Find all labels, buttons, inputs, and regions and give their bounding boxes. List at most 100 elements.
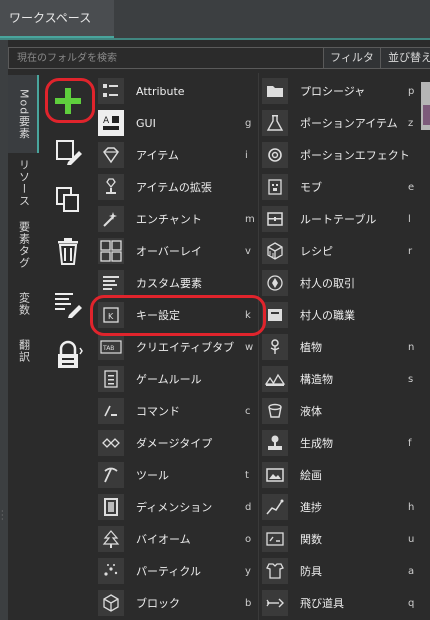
element-particle[interactable]: パーティクル y [98,555,258,587]
element-overlay[interactable]: オーバーレイ v [98,235,258,267]
attribute-icon [98,78,124,104]
mob-icon [262,174,288,200]
element-plant[interactable]: 植物 n [262,331,422,363]
lock-button[interactable] [51,338,85,372]
portal-icon [98,494,124,520]
folder-icon [262,78,288,104]
emerald-icon [262,270,288,296]
particle-icon [98,558,124,584]
delete-button[interactable] [51,234,85,268]
element-potion-effect[interactable]: ポーションエフェクト [262,139,422,171]
new-element-button[interactable] [51,134,85,168]
new-file-icon [56,140,82,165]
element-item-extension[interactable]: アイテムの拡張 [98,171,258,203]
command-icon [98,398,124,424]
game-rule-icon [98,366,124,392]
drag-handle-icon[interactable]: · · · [1,508,7,524]
element-projectile[interactable]: 飛び道具 q [262,587,422,619]
duplicate-icon [56,187,79,212]
column-divider [258,73,259,620]
accent-line [0,38,430,40]
list-edit-icon [55,293,82,318]
tab-translation[interactable]: 翻訳 [8,329,39,373]
element-recipe[interactable]: レシピ r [262,235,422,267]
duplicate-button[interactable] [51,182,85,216]
element-key-settings[interactable]: K キー設定 k [98,299,258,331]
element-command[interactable]: コマンド c [98,395,258,427]
element-biome[interactable]: バイオーム o [98,523,258,555]
sidebar-tabs: Mod要素 リソース 要素タグ 変数 翻訳 [8,73,39,620]
svg-text:TAB: TAB [102,345,114,352]
enchant-icon [98,206,124,232]
profession-icon [262,302,288,328]
painting-icon [262,462,288,488]
element-fluid[interactable]: 液体 [262,395,422,427]
svg-text:A: A [103,116,110,126]
element-advancement[interactable]: 進捗 h [262,491,422,523]
chest-icon [262,206,288,232]
element-custom[interactable]: カスタム要素 [98,267,258,299]
element-item[interactable]: アイテム i [98,139,258,171]
function-icon [262,526,288,552]
element-tool[interactable]: ツール t [98,459,258,491]
damage-type-icon [98,430,124,456]
element-enchantment[interactable]: エンチャント m [98,203,258,235]
search-input[interactable] [8,47,324,69]
element-painting[interactable]: 絵画 [262,459,422,491]
trash-icon [58,238,78,265]
element-potion-item[interactable]: ポーションアイテム z [262,107,422,139]
element-block[interactable]: ブロック b [98,587,258,619]
arrow-icon [262,590,288,616]
element-game-rule[interactable]: ゲームルール [98,363,258,395]
tab-mod-elements[interactable]: Mod要素 [8,75,39,153]
element-damage-type[interactable]: ダメージタイプ [98,427,258,459]
tab-element-tags[interactable]: 要素タグ [8,211,39,279]
structure-icon [262,366,288,392]
element-dimension[interactable]: ディメンション d [98,491,258,523]
crafting-table-icon [262,238,288,264]
cube-icon [98,590,124,616]
tab-icon: TAB [98,334,124,360]
element-villager-profession[interactable]: 村人の職業 [262,299,422,331]
tab-resources[interactable]: リソース [8,155,39,211]
progress-graph-icon [262,494,288,520]
element-structure[interactable]: 構造物 s [262,363,422,395]
search-row: フィルタ 並び替え [8,47,430,69]
element-procedure[interactable]: プロシージャ p [262,75,422,107]
bulk-edit-button[interactable] [51,286,85,320]
action-column [39,73,96,620]
bucket-icon [262,398,288,424]
element-function[interactable]: 関数 u [262,523,422,555]
lock-icon [58,340,83,368]
element-creative-tab[interactable]: TAB クリエイティブタブ w [98,331,258,363]
sort-button[interactable]: 並び替え [381,47,430,69]
diamond-icon [98,142,124,168]
flask-icon [262,110,288,136]
workspace-tab[interactable]: ワークスペース [0,0,114,38]
element-gui[interactable]: A GUI g [98,107,258,139]
chestplate-icon [262,558,288,584]
pickaxe-icon [98,462,124,488]
background-image-edge [423,105,430,125]
flower-icon [262,334,288,360]
element-villager-trade[interactable]: 村人の取引 [262,267,422,299]
key-icon: K [98,302,124,328]
tab-variables[interactable]: 変数 [8,279,39,329]
element-attribute[interactable]: Attribute [98,75,258,107]
filter-button[interactable]: フィルタ [324,47,381,69]
svg-text:K: K [108,312,114,321]
gui-icon: A [98,110,124,136]
overlay-icon [98,238,124,264]
element-loot-table[interactable]: ルートテーブル l [262,203,422,235]
add-icon [55,88,81,114]
add-button[interactable] [51,84,85,118]
top-bar: ワークスペース [0,0,430,38]
item-extension-icon [98,174,124,200]
element-feature[interactable]: 生成物 f [262,427,422,459]
element-mob[interactable]: モブ e [262,171,422,203]
tree-icon [98,526,124,552]
left-strip: · · · [0,40,8,620]
feature-icon [262,430,288,456]
element-armor[interactable]: 防具 a [262,555,422,587]
custom-element-icon [98,270,124,296]
